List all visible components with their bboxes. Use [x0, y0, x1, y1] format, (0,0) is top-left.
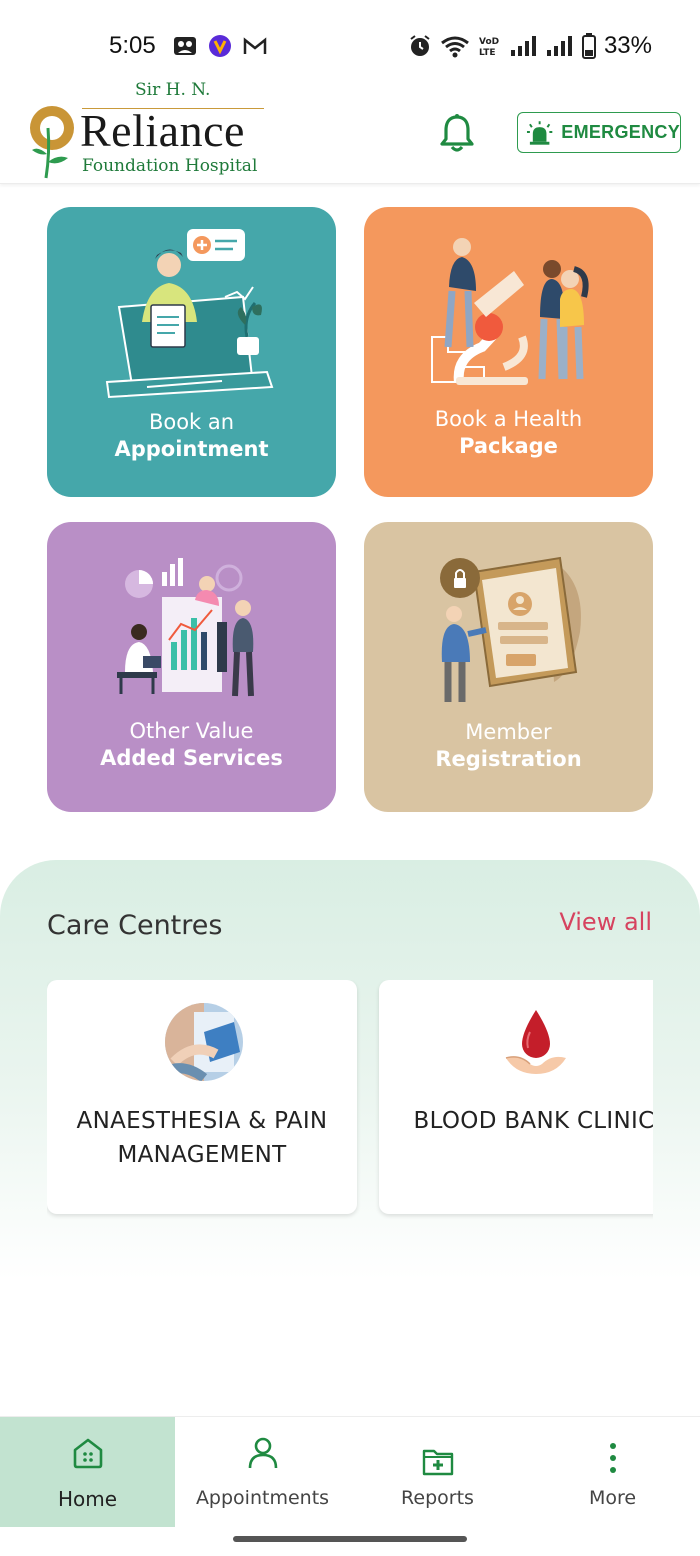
tile-text: Book a Health Package [364, 407, 653, 458]
tile-line1: Book an [148, 410, 235, 434]
volte-icon: VoDLTE [479, 37, 499, 58]
home-icon [73, 1438, 103, 1469]
gmail-icon [243, 37, 267, 54]
reliance-logo-mark-icon [30, 106, 74, 179]
nav-more[interactable]: More [525, 1417, 700, 1527]
care-centres-title: Care Centres [47, 910, 223, 941]
care-centres-section: Care Centres View all ANAESTHESIA & PAIN… [0, 860, 700, 1420]
wifi-icon [441, 36, 469, 58]
status-system-icons: VoD LTE 33% [408, 32, 652, 60]
more-vertical-icon [610, 1443, 616, 1473]
logo-name: Reliance [80, 105, 245, 156]
tile-text: Book an Appointment [47, 410, 336, 461]
tile-text: Member Registration [364, 720, 653, 771]
care-centres-carousel[interactable]: ANAESTHESIA & PAIN MANAGEMENT BLOOD BANK… [47, 980, 653, 1220]
anaesthesia-photo-icon [165, 1003, 243, 1081]
nav-label: Home [57, 1487, 118, 1511]
emergency-button[interactable]: EMERGENCY [517, 112, 681, 153]
status-notification-icons [172, 34, 268, 58]
battery-percentage: 33% [603, 32, 652, 59]
status-time: 5:05 [109, 32, 156, 59]
book-health-package-tile[interactable]: Book a Health Package [364, 207, 653, 497]
photos-icon [174, 37, 196, 55]
nav-label: Appointments [195, 1487, 330, 1509]
care-centre-card[interactable]: BLOOD BANK CLINIC [379, 980, 653, 1214]
tile-text: Other Value Added Services [47, 719, 336, 770]
bottom-navigation: Home Appointments Reports More [0, 1416, 700, 1527]
signal-icon [510, 36, 536, 56]
app-screen: 5:05 VoD LTE 33% Sir H. N. Reliance Foun… [0, 0, 700, 1556]
tile-line1: Book a Health [434, 407, 583, 431]
view-all-link[interactable]: View all [559, 908, 652, 936]
emergency-label: EMERGENCY [561, 122, 680, 142]
care-centre-label: BLOOD BANK CLINIC [413, 1108, 653, 1134]
nav-reports[interactable]: Reports [350, 1417, 525, 1527]
logo-subtitle: Foundation Hospital [82, 156, 258, 176]
svg-text:VoD: VoD [479, 37, 499, 47]
battery-icon [581, 33, 596, 59]
tile-line1: Member [465, 720, 552, 744]
signal-icon [546, 36, 572, 56]
nav-label: Reports [401, 1487, 474, 1509]
tile-line2: Package [459, 434, 558, 458]
member-registration-tile[interactable]: Member Registration [364, 522, 653, 812]
alarm-icon [410, 35, 430, 56]
nav-appointments[interactable]: Appointments [175, 1417, 350, 1527]
siren-icon [526, 120, 553, 145]
person-icon [248, 1437, 278, 1469]
tile-line2: Added Services [100, 746, 283, 770]
svg-text:LTE: LTE [479, 48, 496, 58]
blood-drop-icon [505, 1010, 566, 1074]
hospital-logo[interactable]: Sir H. N. Reliance Foundation Hospital [28, 76, 268, 181]
app-icon [209, 35, 231, 57]
nav-home[interactable]: Home [0, 1417, 175, 1527]
gesture-bar[interactable] [233, 1536, 467, 1542]
value-added-services-tile[interactable]: Other Value Added Services [47, 522, 336, 812]
reports-folder-icon [422, 1449, 454, 1476]
bell-icon[interactable] [436, 112, 478, 154]
care-centre-label: ANAESTHESIA & PAIN MANAGEMENT [76, 1108, 328, 1168]
logo-prefix: Sir H. N. [135, 80, 211, 100]
tile-line2: Appointment [114, 437, 269, 461]
book-appointment-tile[interactable]: Book an Appointment [47, 207, 336, 497]
care-centre-card[interactable]: ANAESTHESIA & PAIN MANAGEMENT [47, 980, 357, 1214]
nav-label: More [588, 1487, 637, 1509]
tile-line2: Registration [435, 747, 582, 771]
tile-line1: Other Value [129, 719, 254, 743]
